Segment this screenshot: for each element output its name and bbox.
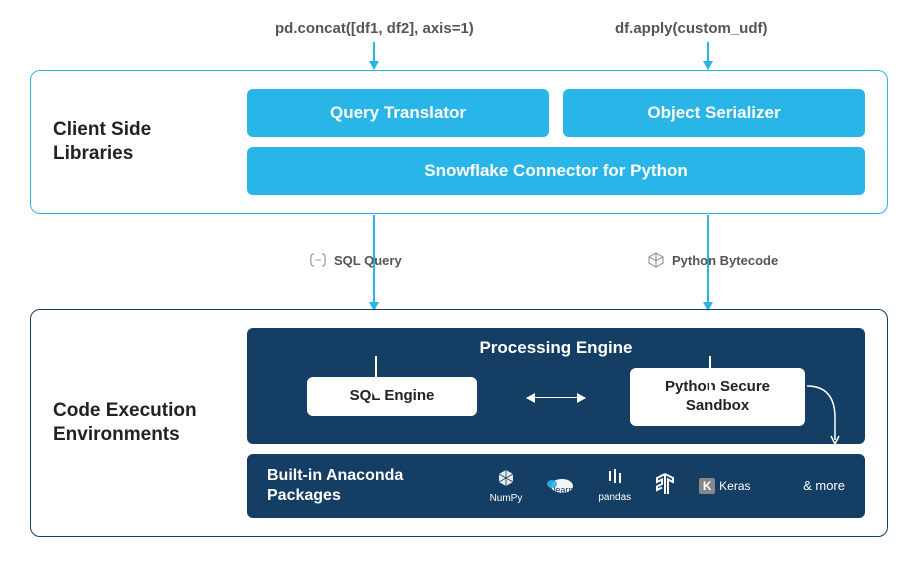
client-row-top: Query Translator Object Serializer bbox=[247, 89, 865, 137]
numpy-logo: NumPy bbox=[490, 468, 523, 504]
pandas-icon bbox=[607, 469, 623, 490]
exec-section-body: Processing Engine SQL Engine Python Secu… bbox=[247, 328, 865, 518]
arrow-top-left bbox=[373, 42, 375, 69]
keras-logo: K Keras bbox=[699, 478, 750, 494]
client-section-body: Query Translator Object Serializer Snowf… bbox=[247, 89, 865, 195]
logos-row: NumPy learn pandas bbox=[455, 468, 785, 504]
tensorflow-icon bbox=[655, 473, 675, 498]
tensorflow-logo bbox=[655, 473, 675, 498]
exec-section: Code Execution Environments Processing E… bbox=[30, 309, 888, 537]
processing-engine-block: Processing Engine SQL Engine Python Secu… bbox=[247, 328, 865, 444]
cube-icon bbox=[648, 252, 664, 268]
query-translator-box: Query Translator bbox=[247, 89, 549, 137]
sklearn-text: learn bbox=[553, 485, 573, 495]
braces-icon bbox=[310, 252, 326, 268]
sql-query-label: SQL Query bbox=[310, 252, 402, 268]
sklearn-logo: learn bbox=[546, 476, 574, 495]
client-section-title: Client Side Libraries bbox=[53, 118, 223, 166]
exec-section-title: Code Execution Environments bbox=[53, 399, 223, 447]
code-label-apply: df.apply(custom_udf) bbox=[615, 20, 768, 37]
pandas-text: pandas bbox=[598, 492, 631, 503]
anaconda-label: Built-in Anaconda Packages bbox=[267, 466, 437, 506]
keras-icon: K bbox=[699, 478, 715, 494]
bytecode-text: Python Bytecode bbox=[672, 253, 778, 268]
curve-arrow-sandbox-to-anaconda bbox=[807, 368, 857, 438]
numpy-icon bbox=[496, 468, 516, 491]
numpy-text: NumPy bbox=[490, 493, 523, 504]
snowflake-connector-box: Snowflake Connector for Python bbox=[247, 147, 865, 195]
keras-text: Keras bbox=[719, 479, 750, 493]
arrow-into-sql bbox=[375, 356, 377, 398]
python-sandbox-box: Python Secure Sandbox bbox=[630, 368, 805, 426]
client-side-section: Client Side Libraries Query Translator O… bbox=[30, 70, 888, 214]
object-serializer-box: Object Serializer bbox=[563, 89, 865, 137]
sql-query-text: SQL Query bbox=[334, 253, 402, 268]
sql-engine-box: SQL Engine bbox=[307, 377, 477, 416]
arrow-top-right bbox=[707, 42, 709, 69]
client-row-bottom: Snowflake Connector for Python bbox=[247, 147, 865, 195]
bytecode-label: Python Bytecode bbox=[648, 252, 778, 268]
engines-row: SQL Engine Python Secure Sandbox bbox=[267, 368, 845, 426]
pandas-logo: pandas bbox=[598, 469, 631, 503]
processing-engine-title: Processing Engine bbox=[267, 338, 845, 358]
arrow-into-python bbox=[709, 356, 711, 398]
bidirectional-arrow bbox=[527, 397, 585, 399]
anaconda-block: Built-in Anaconda Packages NumPy learn bbox=[247, 454, 865, 518]
code-label-concat: pd.concat([df1, df2], axis=1) bbox=[275, 20, 474, 37]
more-text: & more bbox=[803, 478, 845, 493]
